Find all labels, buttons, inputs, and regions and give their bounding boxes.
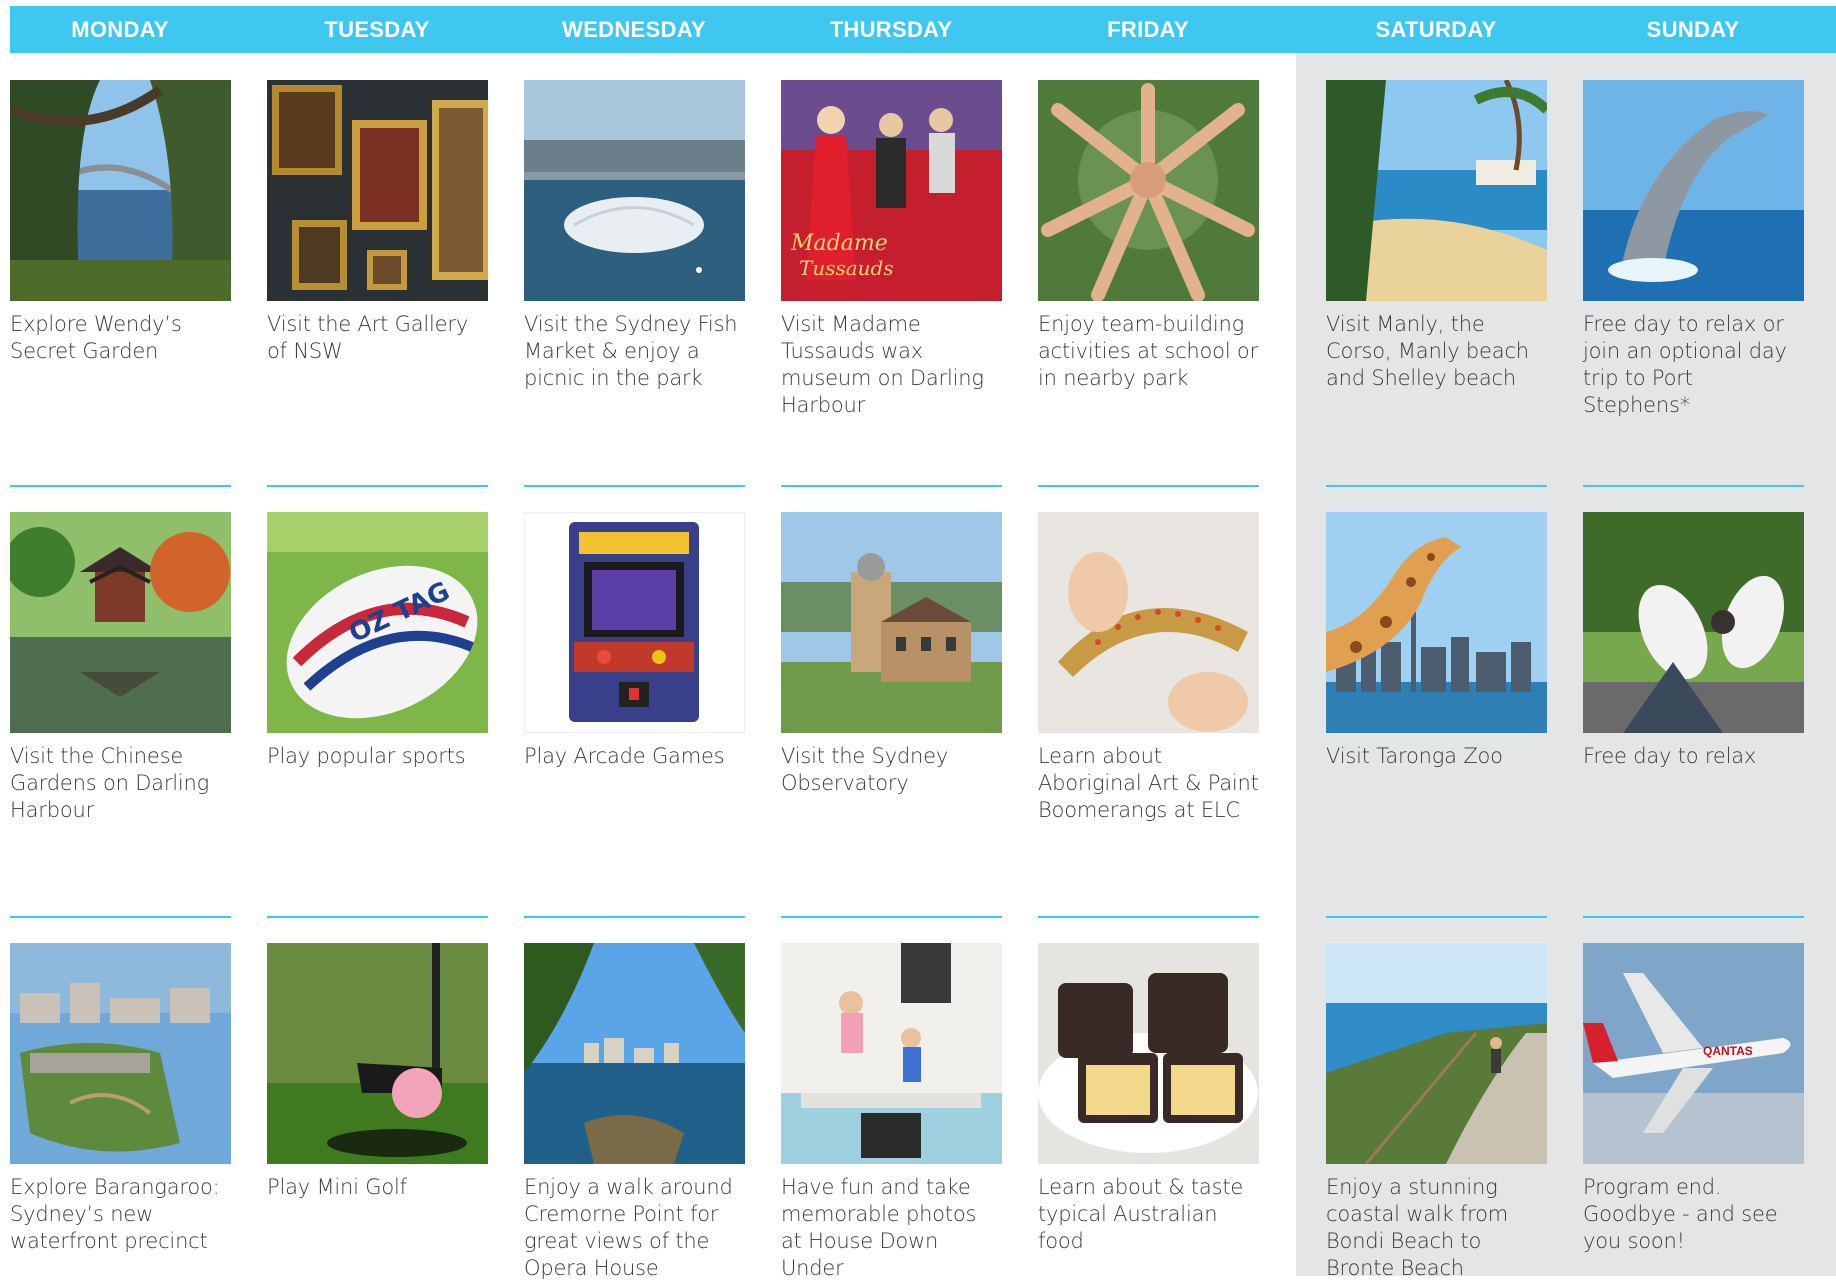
- art-gallery-paintings-photo: [267, 80, 488, 301]
- cremorne-point-photo: [524, 943, 745, 1164]
- activity-caption: Enjoy team-building activities at school…: [1038, 312, 1259, 390]
- activity-card: Explore Wendy’s Secret Garden: [10, 80, 231, 365]
- activity-card: Visit Taronga Zoo: [1326, 512, 1547, 770]
- activity-caption: Have fun and take memorable photos at Ho…: [781, 1175, 977, 1280]
- row-divider: [781, 916, 1002, 918]
- lamingtons-photo: [1038, 943, 1259, 1164]
- activity-card: Explore Barangaroo: Sydney’s new waterfr…: [10, 943, 231, 1255]
- activity-caption: Free day to relax or join an optional da…: [1583, 312, 1787, 417]
- activity-card: Play Arcade Games: [524, 512, 745, 770]
- coastal-walk-photo: [1326, 943, 1547, 1164]
- row-divider: [10, 916, 231, 918]
- dolphin-photo: [1583, 80, 1804, 301]
- fish-market-aerial-photo: [524, 80, 745, 301]
- activity-card: Visit the Art Gallery of NSW: [267, 80, 488, 365]
- giraffe-skyline-photo: [1326, 512, 1547, 733]
- activity-caption: Explore Barangaroo: Sydney’s new waterfr…: [10, 1175, 220, 1253]
- activity-caption: Program end. Goodbye - and see you soon!: [1583, 1175, 1778, 1253]
- arcade-machine-photo: [524, 512, 745, 733]
- activity-card: Enjoy a stunning coastal walk from Bondi…: [1326, 943, 1547, 1282]
- team-hands-photo: [1038, 80, 1259, 301]
- activity-card: Play Mini Golf: [267, 943, 488, 1201]
- harbour-bridge-garden-photo: [10, 80, 231, 301]
- activity-caption: Play popular sports: [267, 744, 466, 768]
- activity-card: Learn about & taste typical Australian f…: [1038, 943, 1259, 1255]
- mini-golf-photo: [267, 943, 488, 1164]
- row-divider: [1326, 485, 1547, 487]
- activity-card: Madame Tussauds Visit Madame Tussauds wax …: [781, 80, 1002, 419]
- activity-card: Visit the Chinese Gardens on Darling Har…: [10, 512, 231, 824]
- svg-text:QANTAS: QANTAS: [1703, 1044, 1753, 1058]
- madame-tussauds-poster: Madame Tussauds: [781, 80, 1002, 301]
- svg-text:Madame: Madame: [790, 231, 888, 256]
- barangaroo-aerial-photo: [10, 943, 231, 1164]
- row-divider: [10, 485, 231, 487]
- day-label-thursday: THURSDAY: [829, 17, 953, 42]
- activity-caption: Play Mini Golf: [267, 1175, 407, 1199]
- activity-card: QANTAS Program end. Goodbye - and see you…: [1583, 943, 1804, 1255]
- activity-card: Learn about Aboriginal Art & Paint Boome…: [1038, 512, 1259, 824]
- activity-caption: Visit Taronga Zoo: [1326, 744, 1503, 768]
- activity-card: Visit the Sydney Fish Market & enjoy a p…: [524, 80, 745, 392]
- svg-text:Tussauds: Tussauds: [799, 256, 894, 280]
- qantas-plane-photo: QANTAS: [1583, 943, 1804, 1164]
- row-divider: [267, 485, 488, 487]
- activity-caption: Enjoy a stunning coastal walk from Bondi…: [1326, 1175, 1509, 1280]
- observatory-photo: [781, 512, 1002, 733]
- rugby-ball-photo: OZ TAG: [267, 512, 488, 733]
- activity-card: Free day to relax: [1583, 512, 1804, 770]
- activity-caption: Visit the Sydney Fish Market & enjoy a p…: [524, 312, 738, 390]
- upside-down-house-photo: [781, 943, 1002, 1164]
- relaxing-feet-photo: [1583, 512, 1804, 733]
- day-label-friday: FRIDAY: [1107, 17, 1189, 42]
- activity-caption: Visit Manly, the Corso, Manly beach and …: [1326, 312, 1529, 390]
- row-divider: [1326, 916, 1547, 918]
- activity-caption: Enjoy a walk around Cremorne Point for g…: [524, 1175, 733, 1280]
- activity-card: Have fun and take memorable photos at Ho…: [781, 943, 1002, 1282]
- row-divider: [1583, 485, 1804, 487]
- row-divider: [524, 485, 745, 487]
- activity-card: Enjoy team-building activities at school…: [1038, 80, 1259, 392]
- activity-caption: Free day to relax: [1583, 744, 1757, 768]
- row-divider: [267, 916, 488, 918]
- activity-caption: Play Arcade Games: [524, 744, 725, 768]
- row-divider: [1038, 916, 1259, 918]
- boomerang-painting-photo: [1038, 512, 1259, 733]
- row-divider: [524, 916, 745, 918]
- activity-card: OZ TAG Play popular sports: [267, 512, 488, 770]
- activity-caption: Learn about Aboriginal Art & Paint Boome…: [1038, 744, 1259, 822]
- day-label-monday: MONDAY: [71, 17, 169, 42]
- activity-caption: Visit the Sydney Observatory: [781, 744, 949, 795]
- activity-caption: Learn about & taste typical Australian f…: [1038, 1175, 1244, 1253]
- activity-caption: Visit the Chinese Gardens on Darling Har…: [10, 744, 210, 822]
- row-divider: [1583, 916, 1804, 918]
- chinese-garden-pagoda-photo: [10, 512, 231, 733]
- day-label-saturday: SATURDAY: [1375, 17, 1497, 42]
- row-divider: [781, 485, 1002, 487]
- activity-card: Enjoy a walk around Cremorne Point for g…: [524, 943, 745, 1282]
- activity-caption: Explore Wendy’s Secret Garden: [10, 312, 182, 363]
- day-label-tuesday: TUESDAY: [324, 17, 430, 42]
- activity-card: Free day to relax or join an optional da…: [1583, 80, 1804, 419]
- activity-caption: Visit the Art Gallery of NSW: [267, 312, 469, 363]
- activity-card: Visit the Sydney Observatory: [781, 512, 1002, 797]
- activity-card: Visit Manly, the Corso, Manly beach and …: [1326, 80, 1547, 392]
- day-label-sunday: SUNDAY: [1646, 17, 1740, 42]
- manly-beach-photo: [1326, 80, 1547, 301]
- day-label-wednesday: WEDNESDAY: [562, 17, 706, 42]
- activity-caption: Visit Madame Tussauds wax museum on Darl…: [781, 312, 984, 417]
- row-divider: [1038, 485, 1259, 487]
